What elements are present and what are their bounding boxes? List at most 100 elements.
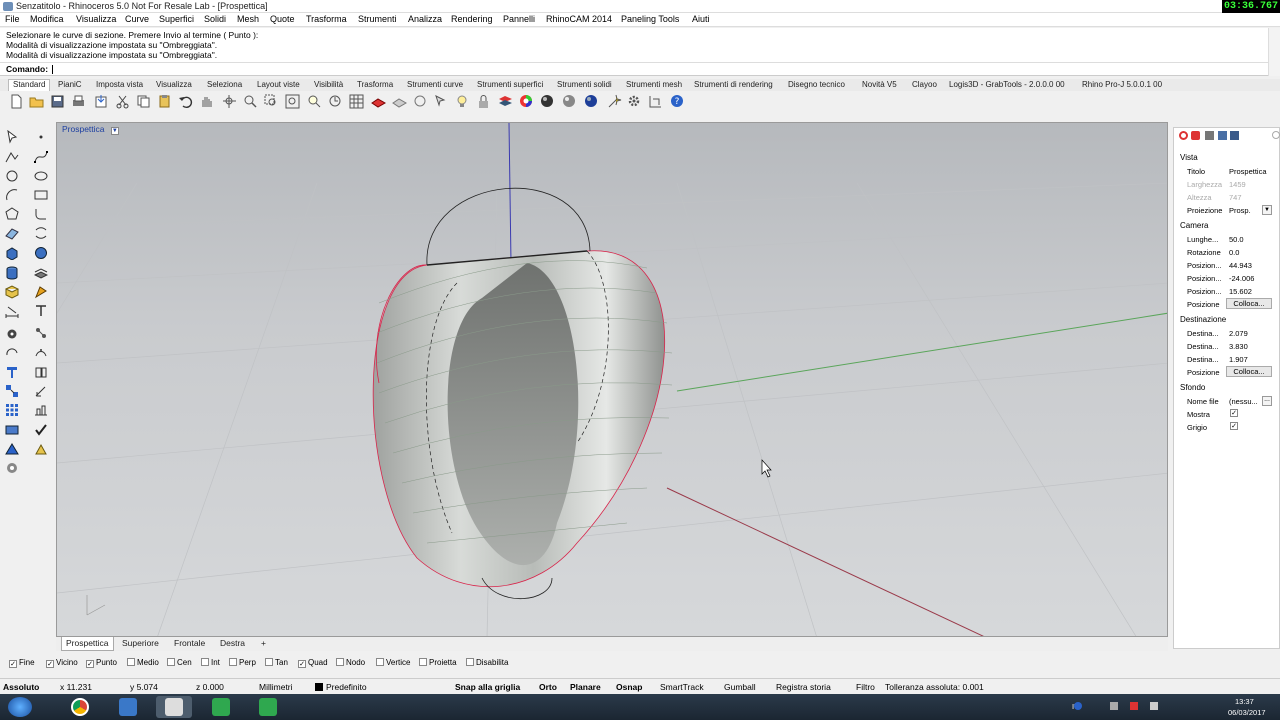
select-all-icon[interactable]	[434, 94, 449, 109]
zoom-selected-icon[interactable]	[307, 94, 322, 109]
tab-destra[interactable]: Destra	[220, 638, 245, 648]
scale-icon[interactable]	[34, 384, 48, 398]
command-input[interactable]: Comando:	[0, 62, 1268, 75]
group-icon[interactable]	[5, 423, 19, 437]
solid-tools-icon[interactable]	[5, 326, 19, 340]
osnap-checkbox[interactable]	[167, 658, 175, 666]
menu-analizza[interactable]: Analizza	[408, 14, 442, 24]
osnap-checkbox[interactable]	[376, 658, 384, 666]
tab-visibilita[interactable]: Visibilità	[314, 80, 343, 89]
cplane-icon[interactable]	[371, 94, 386, 109]
row-value[interactable]: 3.830	[1229, 342, 1248, 351]
boolean-icon[interactable]	[34, 285, 48, 299]
light-bulb-icon[interactable]	[455, 94, 470, 109]
cut-icon[interactable]	[115, 94, 130, 109]
viewport-title[interactable]: Prospettica ▼	[62, 124, 119, 135]
tab-strumenti-rendering[interactable]: Strumenti di rendering	[694, 80, 773, 89]
options-icon[interactable]	[607, 94, 622, 109]
align-icon[interactable]	[34, 403, 48, 417]
row-value[interactable]: 50.0	[1229, 235, 1244, 244]
browse-button[interactable]: ...	[1262, 396, 1272, 406]
camtasia-recorder-taskbar-button[interactable]	[250, 696, 286, 718]
rhino-taskbar-button[interactable]	[156, 696, 192, 718]
tab-trasforma[interactable]: Trasforma	[357, 80, 393, 89]
circle-icon[interactable]	[5, 169, 19, 183]
smarttrack-toggle[interactable]: SmartTrack	[660, 682, 704, 692]
menu-trasforma[interactable]: Trasforma	[306, 14, 347, 24]
camera-place-button[interactable]: Colloca...	[1226, 298, 1272, 309]
zoom-extents-icon[interactable]	[285, 94, 300, 109]
row-value[interactable]: 44.943	[1229, 261, 1252, 270]
cylinder-icon[interactable]	[5, 266, 19, 280]
dimension-icon[interactable]	[648, 94, 663, 109]
zoom-icon[interactable]	[243, 94, 258, 109]
menu-strumenti[interactable]: Strumenti	[358, 14, 397, 24]
menu-quote[interactable]: Quote	[270, 14, 295, 24]
lock-icon[interactable]	[476, 94, 491, 109]
panel-gear-icon[interactable]	[1272, 131, 1280, 139]
planar-toggle[interactable]: Planare	[570, 682, 601, 692]
menu-solidi[interactable]: Solidi	[204, 14, 226, 24]
volume-icon[interactable]	[1150, 702, 1158, 710]
tab-frontale[interactable]: Frontale	[174, 638, 205, 648]
show-background-checkbox[interactable]: ✓	[1230, 409, 1238, 417]
tab-disegno-tecnico[interactable]: Disegno tecnico	[788, 80, 845, 89]
layer-icon[interactable]	[498, 94, 513, 109]
import-icon[interactable]	[94, 94, 109, 109]
menu-curve[interactable]: Curve	[125, 14, 149, 24]
row-value[interactable]: Prospettica	[1229, 167, 1267, 176]
layers-icon[interactable]	[1191, 131, 1200, 140]
display-icon[interactable]	[1205, 131, 1214, 140]
tab-strumenti-curve[interactable]: Strumenti curve	[407, 80, 463, 89]
perspective-viewport[interactable]	[56, 122, 1168, 637]
coordinate-mode[interactable]: Assoluto	[3, 682, 39, 692]
text-tool-icon[interactable]	[34, 304, 48, 318]
osnap-disabilita[interactable]: Disabilita	[466, 658, 508, 667]
menu-visualizza[interactable]: Visualizza	[76, 14, 116, 24]
menu-rhinocam[interactable]: RhinoCAM 2014	[546, 14, 612, 24]
zoom-window-icon[interactable]	[264, 94, 279, 109]
menu-aiuti[interactable]: Aiuti	[692, 14, 710, 24]
current-layer[interactable]: Predefinito	[326, 682, 367, 692]
ellipse-icon[interactable]	[34, 169, 48, 183]
osnap-checkbox[interactable]	[201, 658, 209, 666]
color-wheel-icon[interactable]	[519, 94, 534, 109]
undo-icon[interactable]	[178, 94, 193, 109]
help-icon[interactable]: ?	[670, 94, 685, 109]
render-tool-icon[interactable]	[34, 442, 48, 456]
osnap-checkbox[interactable]	[265, 658, 273, 666]
tab-visualizza[interactable]: Visualizza	[156, 80, 192, 89]
osnap-checkbox[interactable]: ✓	[298, 660, 306, 668]
tab-imposta-vista[interactable]: Imposta vista	[96, 80, 143, 89]
tab-superiore[interactable]: Superiore	[122, 638, 159, 648]
units-label[interactable]: Millimetri	[259, 682, 293, 692]
open-folder-icon[interactable]	[29, 94, 44, 109]
help-icon[interactable]	[1074, 702, 1082, 710]
row-value[interactable]: 0.0	[1229, 248, 1239, 257]
rotate-view-icon[interactable]	[222, 94, 237, 109]
osnap-checkbox[interactable]: ✓	[9, 660, 17, 668]
projection-select[interactable]: Prosp.	[1229, 206, 1251, 215]
tab-logis3d[interactable]: Logis3D - GrabTools - 2.0.0.0 00	[949, 80, 1065, 89]
undo-view-icon[interactable]	[328, 94, 343, 109]
osnap-tan[interactable]: Tan	[265, 658, 288, 667]
print-icon[interactable]	[71, 94, 86, 109]
rendered-sphere-icon[interactable]	[562, 94, 577, 109]
osnap-int[interactable]: Int	[201, 658, 220, 667]
osnap-vertice[interactable]: Vertice	[376, 658, 410, 667]
menu-mesh[interactable]: Mesh	[237, 14, 259, 24]
chrome-taskbar-button[interactable]	[62, 696, 98, 718]
osnap-quad[interactable]: ✓ Quad	[298, 658, 328, 668]
tab-novita-v5[interactable]: Novità V5	[862, 80, 897, 89]
osnap-checkbox[interactable]: ✓	[86, 660, 94, 668]
material-icon[interactable]	[1218, 131, 1227, 140]
view-icon[interactable]	[413, 94, 428, 109]
osnap-checkbox[interactable]	[127, 658, 135, 666]
tab-strumenti-mesh[interactable]: Strumenti mesh	[626, 80, 682, 89]
osnap-checkbox[interactable]	[466, 658, 474, 666]
select-arrow-icon[interactable]	[5, 130, 19, 144]
box-icon[interactable]	[5, 246, 19, 260]
row-value[interactable]: 15.602	[1229, 287, 1252, 296]
properties-icon[interactable]	[5, 461, 19, 475]
flag-icon[interactable]	[1130, 702, 1138, 710]
